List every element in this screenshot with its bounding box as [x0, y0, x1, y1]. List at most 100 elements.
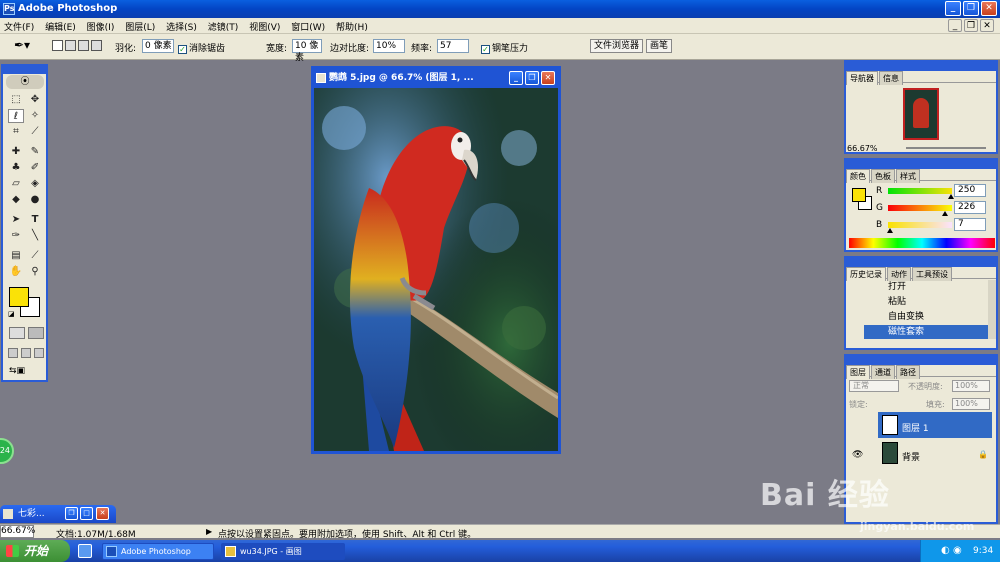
antialias-checkbox[interactable]: ✓ 消除锯齿 — [178, 41, 225, 54]
document-minimize-button[interactable]: _ — [509, 71, 523, 85]
menu-filter[interactable]: 滤镜(T) — [204, 18, 243, 33]
blur-tool-icon[interactable]: ◆ — [8, 193, 24, 207]
pen-tool-icon[interactable]: ✑ — [8, 229, 24, 243]
tab-actions[interactable]: 动作 — [887, 267, 911, 281]
menu-help[interactable]: 帮助(H) — [332, 18, 372, 33]
lasso-tool-preset-icon[interactable]: ✒▾ — [14, 38, 40, 54]
g-slider[interactable] — [888, 205, 952, 216]
status-arrow-icon[interactable]: ▶ — [206, 527, 212, 536]
r-input[interactable]: 250 — [954, 184, 986, 197]
navigator-thumbnail[interactable] — [903, 88, 939, 140]
color-panel-header[interactable] — [846, 160, 996, 169]
network-icon[interactable]: ◐ — [941, 540, 950, 562]
menu-layer[interactable]: 图层(L) — [121, 18, 159, 33]
image-canvas[interactable] — [314, 88, 558, 451]
menu-file[interactable]: 文件(F) — [0, 18, 38, 33]
eye-icon[interactable]: 👁 — [852, 450, 863, 460]
task-photoshop[interactable]: Adobe Photoshop — [102, 543, 214, 560]
tab-info[interactable]: 信息 — [879, 71, 903, 85]
file-browser-tab[interactable]: 文件浏览器 — [590, 39, 644, 53]
blend-mode-select[interactable]: 正常 — [849, 380, 899, 392]
move-tool-icon[interactable]: ✥ — [27, 93, 43, 107]
default-colors-icon[interactable]: ◪ — [8, 310, 16, 318]
lasso-tool-icon[interactable]: ℓ — [8, 109, 24, 123]
navigator-zoom-slider[interactable] — [906, 147, 986, 149]
menu-select[interactable]: 选择(S) — [162, 18, 201, 33]
crop-tool-icon[interactable]: ⌗ — [8, 125, 24, 139]
history-item-selected[interactable]: 磁性套索 — [864, 325, 988, 339]
zoom-tool-icon[interactable]: ⚲ — [27, 265, 43, 279]
opacity-input[interactable]: 100% — [952, 380, 990, 392]
document-titlebar[interactable]: 鹦鹉 5.jpg @ 66.7% (图层 1, ... _ ❐ ✕ — [314, 69, 558, 88]
color-spectrum-bar[interactable] — [849, 238, 995, 248]
volume-icon[interactable]: ◉ — [953, 540, 962, 562]
layer-1-name[interactable]: 图层 1 — [902, 421, 929, 434]
tab-color[interactable]: 颜色 — [846, 169, 870, 183]
screen-mode-1-icon[interactable] — [8, 348, 18, 358]
tab-history[interactable]: 历史记录 — [846, 267, 886, 281]
type-tool-icon[interactable]: T — [27, 213, 43, 227]
history-panel-header[interactable] — [846, 258, 996, 267]
notes-tool-icon[interactable]: ▤ — [8, 249, 24, 263]
b-slider-marker[interactable] — [886, 228, 893, 233]
layers-panel-header[interactable] — [846, 356, 996, 365]
edge-contrast-input[interactable]: 10% — [373, 39, 405, 53]
background-layer-name[interactable]: 背景 — [902, 450, 920, 463]
brushes-tab[interactable]: 画笔 — [646, 39, 673, 53]
eraser-tool-icon[interactable]: ▱ — [8, 177, 24, 191]
tab-swatches[interactable]: 色板 — [871, 169, 895, 183]
r-slider[interactable] — [888, 188, 954, 199]
menu-window[interactable]: 窗口(W) — [287, 18, 329, 33]
start-button[interactable]: 开始 — [0, 540, 70, 562]
healing-brush-icon[interactable]: ✚ — [8, 145, 24, 159]
clock[interactable]: 9:34 — [973, 540, 993, 562]
width-input[interactable]: 10 像素 — [292, 39, 322, 63]
maximize-button[interactable]: ❐ — [963, 1, 979, 16]
feather-input[interactable]: 0 像素 — [142, 39, 174, 53]
clone-stamp-icon[interactable]: ♣ — [8, 161, 24, 175]
toolbox-header[interactable] — [3, 66, 46, 74]
floating-badge[interactable]: 24 — [0, 438, 14, 464]
history-brush-icon[interactable]: ✐ — [27, 161, 43, 175]
b-slider[interactable] — [886, 222, 952, 233]
screen-mode-2-icon[interactable] — [21, 348, 31, 358]
tab-channels[interactable]: 通道 — [871, 365, 895, 379]
history-item[interactable]: 粘贴 — [864, 295, 988, 309]
g-slider-marker[interactable] — [941, 211, 948, 216]
minimize-button[interactable]: _ — [945, 1, 961, 16]
history-scrollbar[interactable] — [988, 280, 996, 339]
slice-tool-icon[interactable]: ⟋ — [27, 125, 43, 139]
tab-paths[interactable]: 路径 — [896, 365, 920, 379]
screen-mode-3-icon[interactable] — [34, 348, 44, 358]
paint-bucket-icon[interactable]: ◈ — [27, 177, 43, 191]
dodge-tool-icon[interactable]: ● — [27, 193, 43, 207]
frequency-input[interactable]: 57 — [437, 39, 469, 53]
quickmask-mode-icon[interactable] — [28, 327, 44, 339]
g-input[interactable]: 226 — [954, 201, 986, 214]
intersect-selection-icon[interactable] — [91, 40, 102, 51]
subtract-selection-icon[interactable] — [78, 40, 89, 51]
new-selection-icon[interactable] — [52, 40, 63, 51]
doc-minimize-button[interactable]: _ — [948, 19, 962, 32]
doc-close-button[interactable]: ✕ — [980, 19, 994, 32]
navigator-zoom-value[interactable]: 66.67% — [847, 144, 878, 153]
document-maximize-button[interactable]: ❐ — [525, 71, 539, 85]
show-desktop-icon[interactable] — [78, 544, 92, 558]
history-item[interactable]: 自由变换 — [864, 310, 988, 324]
navigator-panel-header[interactable] — [846, 62, 996, 71]
doc-restore-button[interactable]: ❐ — [964, 19, 978, 32]
magic-wand-tool-icon[interactable]: ✧ — [27, 109, 43, 123]
menu-view[interactable]: 视图(V) — [245, 18, 284, 33]
task-paint[interactable]: wu34.JPG - 画图 — [221, 543, 345, 560]
r-slider-marker[interactable] — [947, 194, 954, 199]
tab-tool-presets[interactable]: 工具预设 — [912, 267, 952, 281]
minimized-restore-button[interactable]: ❐ — [65, 507, 78, 520]
document-close-button[interactable]: ✕ — [541, 71, 555, 85]
minimized-maximize-button[interactable]: □ — [80, 507, 93, 520]
minimized-close-button[interactable]: ✕ — [96, 507, 109, 520]
tab-styles[interactable]: 样式 — [896, 169, 920, 183]
minimized-window[interactable]: 七彩... ❐ □ ✕ — [0, 505, 116, 523]
add-selection-icon[interactable] — [65, 40, 76, 51]
tab-layers[interactable]: 图层 — [846, 365, 870, 379]
standard-mode-icon[interactable] — [9, 327, 25, 339]
